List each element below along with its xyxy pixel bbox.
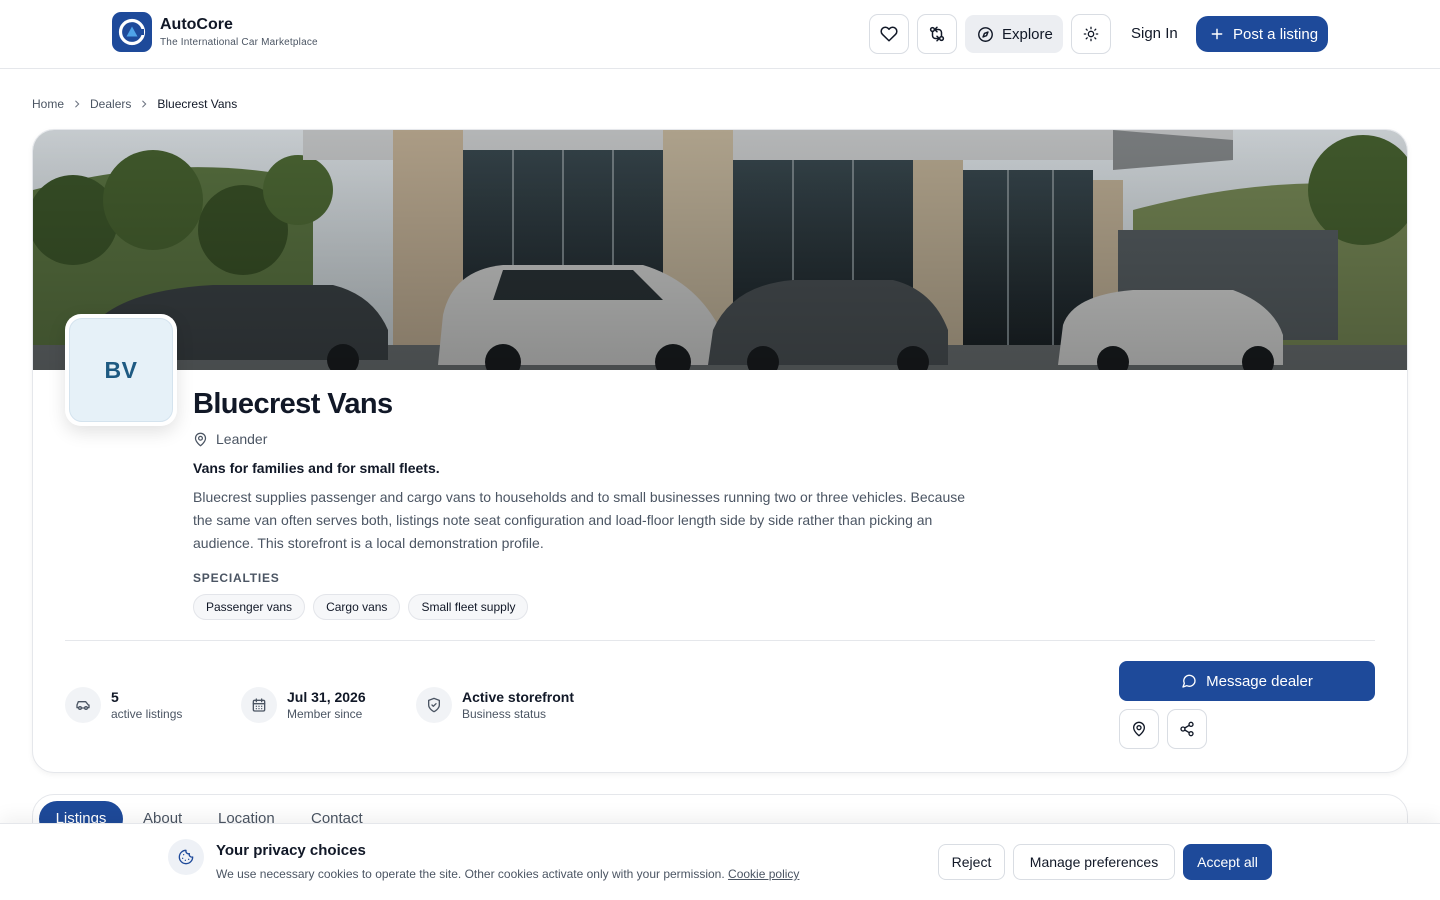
breadcrumb-home[interactable]: Home <box>32 97 64 111</box>
sun-icon <box>1083 26 1099 42</box>
message-dealer-button[interactable]: Message dealer <box>1119 661 1375 701</box>
accept-all-button[interactable]: Accept all <box>1183 844 1272 880</box>
manage-preferences-button[interactable]: Manage preferences <box>1013 844 1175 880</box>
compare-button[interactable] <box>917 14 957 54</box>
sign-in-link[interactable]: Sign In <box>1131 25 1178 42</box>
stat-member-since: Jul 31, 2026 Member since <box>241 687 366 723</box>
compare-icon <box>929 26 945 42</box>
favorites-button[interactable] <box>869 14 909 54</box>
stat-business-status: Active storefront Business status <box>416 687 574 723</box>
stat-label: Member since <box>287 707 363 721</box>
location-text: Leander <box>216 431 268 447</box>
chevron-right-icon <box>139 99 149 109</box>
calendar-icon <box>241 687 277 723</box>
compass-icon <box>978 26 993 42</box>
map-pin-icon <box>194 432 207 446</box>
cookie-text: We use necessary cookies to operate the … <box>216 867 799 881</box>
explore-button[interactable]: Explore <box>965 15 1063 53</box>
breadcrumb: Home Dealers Bluecrest Vans <box>32 97 237 111</box>
cookie-description: We use necessary cookies to operate the … <box>216 867 725 881</box>
stat-label: active listings <box>111 707 183 721</box>
shield-check-icon <box>416 687 452 723</box>
map-pin-icon <box>1133 721 1145 737</box>
dealer-description: Bluecrest supplies passenger and cargo v… <box>193 489 966 551</box>
dealer-avatar: BV <box>65 314 177 426</box>
cookie-title: Your privacy choices <box>216 842 366 859</box>
share-icon <box>1180 721 1194 737</box>
plus-icon <box>1211 28 1223 40</box>
stat-value: 5 <box>111 689 119 705</box>
specialty-chip: Cargo vans <box>313 594 401 620</box>
breadcrumb-dealers[interactable]: Dealers <box>90 97 131 111</box>
explore-label: Explore <box>1002 25 1053 43</box>
stat-value: Active storefront <box>462 689 575 705</box>
post-listing-button[interactable]: Post a listing <box>1196 16 1328 52</box>
dealer-location: Leander <box>193 431 267 447</box>
specialty-chip: Passenger vans <box>193 594 306 620</box>
share-button[interactable] <box>1167 709 1207 749</box>
brand-tagline: The International Car Marketplace <box>160 37 318 48</box>
logo-icon[interactable] <box>112 12 152 52</box>
stat-value: Jul 31, 2026 <box>287 689 366 705</box>
reject-cookies-button[interactable]: Reject <box>938 844 1005 880</box>
specialty-chip: Small fleet supply <box>408 594 529 620</box>
specialties-list: Passenger vans Cargo vans Small fleet su… <box>193 594 529 620</box>
dealer-banner-image <box>33 130 1407 370</box>
car-icon <box>65 687 101 723</box>
cookie-icon <box>168 839 204 875</box>
specialties-heading: SPECIALTIES <box>193 571 280 585</box>
message-dealer-label: Message dealer <box>1206 672 1313 690</box>
theme-toggle-button[interactable] <box>1071 14 1111 54</box>
heart-icon <box>880 26 898 42</box>
stat-label: Business status <box>462 707 547 721</box>
post-listing-label: Post a listing <box>1233 25 1319 43</box>
divider <box>65 640 1375 641</box>
dealer-initials: BV <box>69 318 173 422</box>
cookie-policy-link[interactable]: Cookie policy <box>728 867 799 881</box>
top-header: AutoCore The International Car Marketpla… <box>0 0 1440 69</box>
message-circle-icon <box>1182 674 1196 688</box>
stat-active-listings: 5 active listings <box>65 687 182 723</box>
chevron-right-icon <box>72 99 82 109</box>
dealer-name: Bluecrest Vans <box>193 388 393 420</box>
brand-name[interactable]: AutoCore <box>160 16 233 34</box>
view-location-button[interactable] <box>1119 709 1159 749</box>
breadcrumb-current: Bluecrest Vans <box>157 97 238 111</box>
dealer-tagline: Vans for families and for small fleets. <box>193 460 440 476</box>
